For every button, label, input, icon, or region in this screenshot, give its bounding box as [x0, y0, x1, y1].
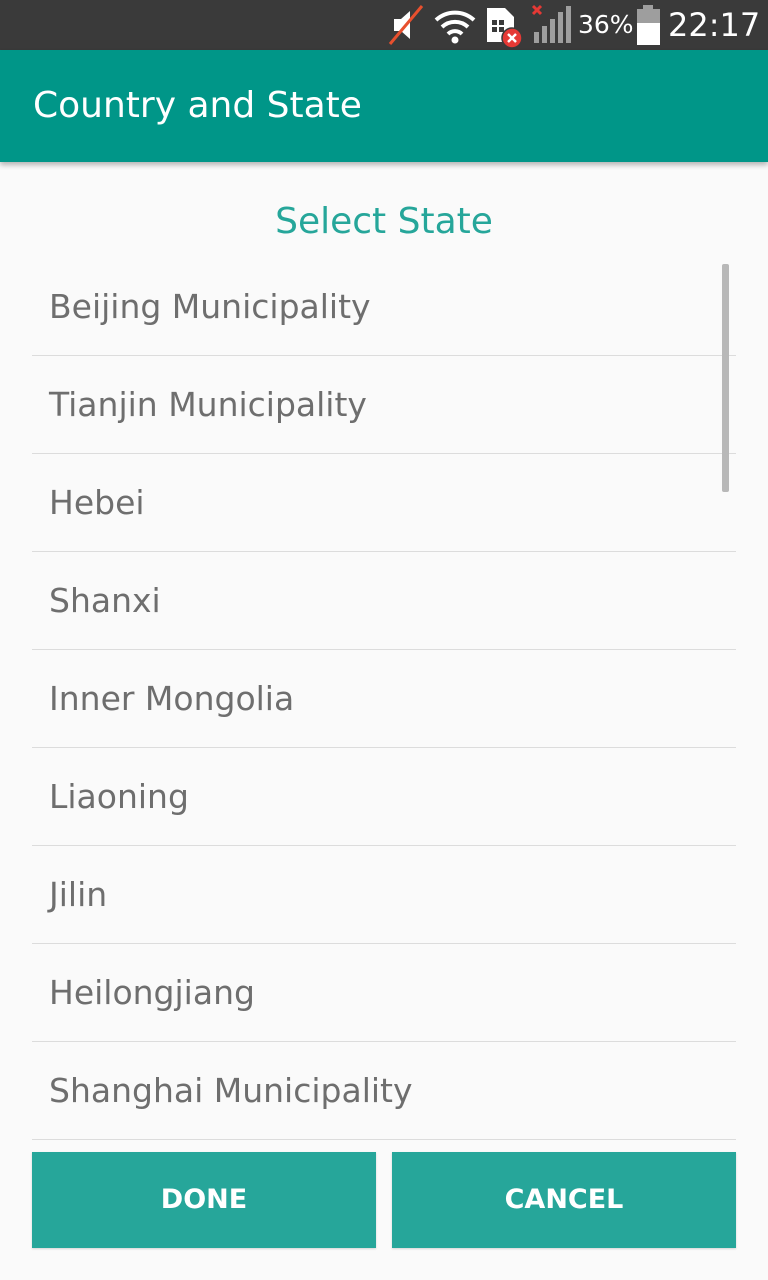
list-item-label: Inner Mongolia [49, 679, 295, 718]
battery-percent: 36% [578, 10, 634, 39]
state-list[interactable]: Beijing Municipality Tianjin Municipalit… [32, 258, 736, 1140]
list-item-label: Beijing Municipality [49, 287, 371, 326]
list-item-label: Jilin [49, 875, 108, 914]
list-item-label: Tianjin Municipality [49, 385, 367, 424]
list-item-inner-mongolia[interactable]: Inner Mongolia [32, 650, 736, 748]
cancel-button[interactable]: CANCEL [392, 1152, 736, 1248]
list-item-tianjin-municipality[interactable]: Tianjin Municipality [32, 356, 736, 454]
list-item-label: Heilongjiang [49, 973, 255, 1012]
list-item-label: Shanghai Municipality [49, 1071, 413, 1110]
list-item-beijing-municipality[interactable]: Beijing Municipality [32, 258, 736, 356]
list-item-liaoning[interactable]: Liaoning [32, 748, 736, 846]
list-item-heilongjiang[interactable]: Heilongjiang [32, 944, 736, 1042]
battery-icon [634, 0, 664, 50]
list-item-label: Hebei [49, 483, 145, 522]
mute-icon [386, 0, 426, 50]
list-scrollbar[interactable] [722, 264, 729, 492]
status-bar: 36% 22:17 [0, 0, 768, 50]
dialog-title: Select State [275, 201, 493, 242]
list-item-label: Shanxi [49, 581, 161, 620]
page-title: Country and State [33, 85, 362, 126]
wifi-icon [432, 0, 478, 50]
signal-no-service-icon [528, 0, 574, 50]
list-item-shanxi[interactable]: Shanxi [32, 552, 736, 650]
list-item-shanghai-municipality[interactable]: Shanghai Municipality [32, 1042, 736, 1140]
list-item-hebei[interactable]: Hebei [32, 454, 736, 552]
done-button[interactable]: DONE [32, 1152, 376, 1248]
list-item-jilin[interactable]: Jilin [32, 846, 736, 944]
list-item-label: Liaoning [49, 777, 189, 816]
sim-error-icon [482, 0, 526, 50]
clock: 22:17 [668, 6, 761, 44]
app-toolbar: Country and State [0, 50, 768, 162]
